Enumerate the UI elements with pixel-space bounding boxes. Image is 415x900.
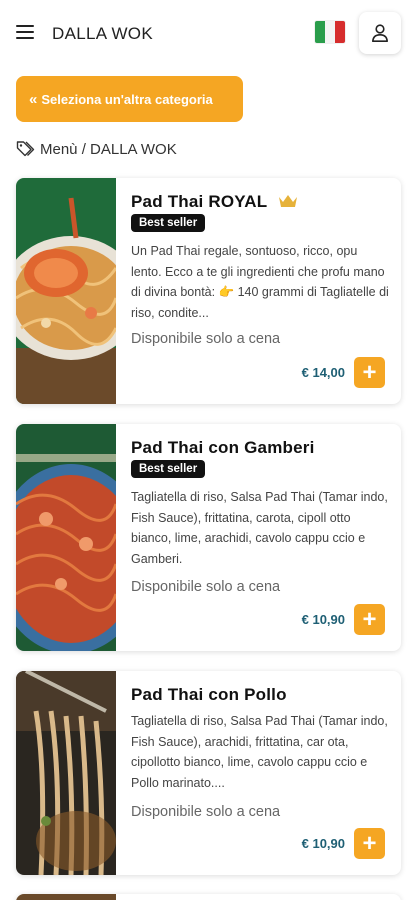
availability-text: Disponibile solo a cena <box>131 579 281 595</box>
app-header: DALLA WOK <box>0 0 415 66</box>
double-chevron-left-icon: « <box>29 90 38 108</box>
product-price: € 10,90 <box>301 836 345 851</box>
page-title: DALLA WOK <box>52 24 153 43</box>
product-description: Tagliatella di riso, Salsa Pad Thai (Tam… <box>131 714 388 790</box>
product-details: Pad Thai con Pollo Tagliatella di riso, … <box>131 671 389 875</box>
italian-flag-icon[interactable] <box>315 21 345 43</box>
best-seller-badge: Best seller <box>131 460 206 478</box>
product-card[interactable] <box>16 894 401 900</box>
add-to-cart-button[interactable]: + <box>354 828 385 859</box>
availability-text: Disponibile solo a cena <box>131 804 281 820</box>
tag-icon <box>16 141 35 157</box>
product-details: Pad Thai ROYAL Best seller Un Pad Thai r… <box>131 178 389 404</box>
product-name: Pad Thai ROYAL <box>131 192 298 212</box>
product-description: Tagliatella di riso, Salsa Pad Thai (Tam… <box>131 490 388 566</box>
hamburger-menu-icon[interactable] <box>16 24 34 40</box>
availability-text: Disponibile solo a cena <box>131 331 281 347</box>
product-name: Pad Thai con Pollo <box>131 685 287 704</box>
pad-thai-pollo-image <box>16 671 116 875</box>
product-card[interactable]: Pad Thai ROYAL Best seller Un Pad Thai r… <box>16 178 401 404</box>
product-image <box>16 894 116 900</box>
product-details: Pad Thai con Gamberi Best seller Tagliat… <box>131 424 389 651</box>
product-price: € 10,90 <box>301 612 345 627</box>
product-description: Un Pad Thai regale, sontuoso, ricco, opu… <box>131 244 389 320</box>
product-card[interactable]: Pad Thai con Gamberi Best seller Tagliat… <box>16 424 401 651</box>
select-category-button[interactable]: « Seleziona un'altra categoria <box>16 76 243 122</box>
best-seller-badge: Best seller <box>131 214 206 232</box>
product-name: Pad Thai con Gamberi <box>131 438 315 457</box>
breadcrumb-text: Menù / DALLA WOK <box>40 140 177 158</box>
add-to-cart-button[interactable]: + <box>354 357 385 388</box>
product-card[interactable]: Pad Thai con Pollo Tagliatella di riso, … <box>16 671 401 875</box>
user-account-button[interactable] <box>359 12 401 54</box>
pad-thai-royal-image <box>16 178 116 404</box>
add-to-cart-button[interactable]: + <box>354 604 385 635</box>
crown-icon <box>278 195 297 207</box>
select-category-label: Seleziona un'altra categoria <box>41 91 213 107</box>
product-price: € 14,00 <box>301 365 345 380</box>
pad-thai-gamberi-image <box>16 424 116 651</box>
user-icon <box>372 24 388 42</box>
breadcrumb: Menù / DALLA WOK <box>16 139 177 159</box>
